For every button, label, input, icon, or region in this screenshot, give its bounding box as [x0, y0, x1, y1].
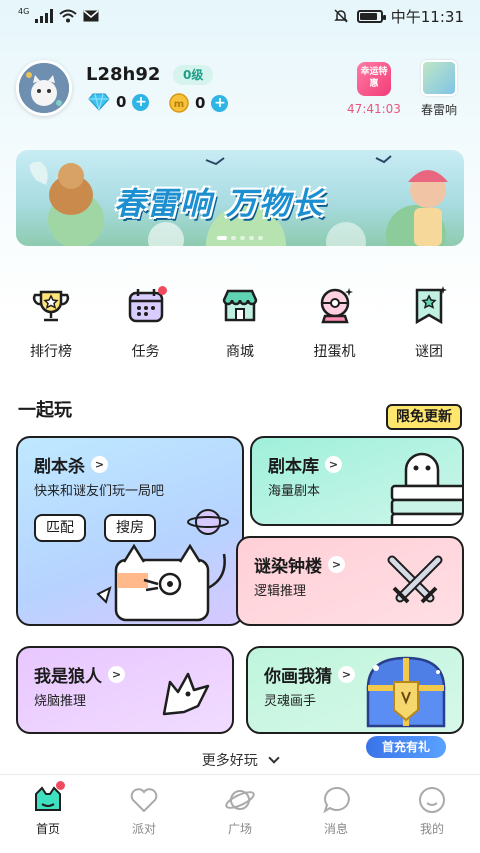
card-title: 你画我猜 >	[264, 662, 355, 687]
bottom-nav: 首页 派对 广场 消息 我的	[0, 774, 480, 853]
smile-icon	[419, 787, 445, 813]
quick-nav-gacha[interactable]: 扭蛋机	[300, 284, 370, 364]
banner-flag-icon	[415, 286, 447, 325]
card-subtitle: 逻辑推理	[254, 584, 307, 599]
chevron-right-icon: >	[338, 666, 355, 683]
card-title: 我是狼人 >	[34, 662, 125, 687]
gacha-icon	[320, 288, 353, 324]
message-icon	[323, 786, 350, 814]
chevron-right-icon: >	[108, 666, 125, 683]
tab-square[interactable]: 广场	[200, 775, 280, 853]
quick-nav-label: 扭蛋机	[313, 344, 356, 360]
quick-nav-tasks[interactable]: 任务	[111, 284, 181, 364]
avatar[interactable]	[16, 60, 72, 116]
event-thumbnail	[421, 60, 457, 96]
tab-party[interactable]: 派对	[104, 775, 184, 853]
diamond-balance: 0 +	[88, 93, 150, 111]
level-badge[interactable]: 0级	[173, 65, 214, 85]
card-subtitle: 快来和谜友们玩一局吧	[34, 484, 165, 499]
username: L28h92	[86, 64, 161, 85]
quick-nav-label: 任务	[131, 344, 160, 360]
tab-home[interactable]: 首页	[8, 775, 88, 853]
tasks-notification-dot	[157, 286, 167, 295]
clock: 中午11:31	[390, 7, 464, 26]
book-stack-icon	[390, 452, 462, 524]
tab-label: 首页	[35, 822, 60, 836]
event-entry[interactable]: 春雷响	[414, 60, 464, 118]
diamond-icon	[88, 93, 110, 111]
banner-title: 春雷响 万物长	[114, 186, 325, 222]
svg-text:m: m	[174, 99, 184, 110]
cat-mascot-illustration	[96, 509, 229, 622]
quick-nav-shop[interactable]: 商城	[205, 284, 275, 364]
treasure-chest-icon	[366, 656, 446, 728]
match-button[interactable]: 匹配	[34, 514, 86, 542]
add-diamond-button[interactable]: +	[132, 93, 150, 111]
chevron-right-icon: >	[328, 556, 345, 573]
planet-icon	[225, 790, 255, 810]
card-subtitle: 灵魂画手	[264, 694, 317, 709]
chevron-right-icon: >	[325, 456, 342, 473]
status-bar: 4G 中午11:31	[0, 0, 480, 32]
crossed-swords-icon	[387, 555, 443, 604]
card-title: 谜染钟楼 >	[254, 552, 345, 577]
tab-label: 派对	[131, 822, 156, 836]
status-right: 中午11:31	[333, 6, 464, 27]
event-label: 春雷响	[420, 103, 457, 117]
network-type: 4G	[18, 6, 30, 16]
wolf-icon	[162, 672, 210, 716]
mail-icon	[83, 10, 99, 22]
chevron-right-icon: >	[91, 456, 108, 473]
tab-label: 消息	[323, 822, 348, 836]
add-coin-button[interactable]: +	[211, 94, 229, 112]
section-title: 一起玩	[18, 400, 72, 421]
profile-header: L28h92 0级 0 + m 0 + 幸运特惠 47:41:03 春雷响	[16, 58, 464, 128]
coin-count: 0	[195, 94, 206, 112]
card-title: 剧本杀 >	[34, 452, 108, 477]
battery-icon	[356, 9, 386, 23]
card-subtitle: 海量剧本	[268, 484, 321, 499]
card-script-kill[interactable]: 剧本杀 > 快来和谜友们玩一局吧 匹配 搜房	[16, 436, 244, 626]
heart-icon	[130, 788, 158, 813]
card-title: 剧本库 >	[268, 452, 342, 477]
more-games-label: 更多好玩	[201, 753, 258, 769]
bell-muted-icon	[333, 9, 348, 23]
lucky-offer-icon: 幸运特惠	[357, 62, 391, 96]
tab-label: 我的	[419, 822, 444, 836]
shop-icon	[222, 289, 258, 322]
wifi-icon	[59, 9, 77, 23]
quick-nav-mystery[interactable]: 谜团	[394, 284, 464, 364]
quick-nav-label: 商城	[226, 344, 254, 360]
tab-label: 广场	[227, 822, 252, 836]
lucky-offer[interactable]: 幸运特惠 47:41:03	[344, 62, 404, 116]
card-tower[interactable]: 谜染钟楼 > 逻辑推理	[236, 536, 464, 626]
card-werewolf[interactable]: 我是狼人 > 烧脑推理	[16, 646, 234, 734]
more-games-toggle[interactable]: 更多好玩	[0, 750, 480, 770]
quick-nav: 排行榜 任务 商城 扭蛋机 谜团	[16, 284, 464, 364]
home-notification-dot	[56, 781, 65, 790]
coin-icon: m	[169, 93, 189, 113]
limited-free-badge: 限免更新	[386, 404, 462, 430]
promo-banner[interactable]: 春雷响 万物长	[16, 150, 464, 246]
card-subtitle: 烧脑推理	[34, 694, 87, 709]
signal-icon	[35, 9, 54, 23]
card-library[interactable]: 剧本库 > 海量剧本	[250, 436, 464, 526]
first-charge-gift[interactable]: 首充有礼	[358, 648, 454, 760]
quick-nav-ranking[interactable]: 排行榜	[16, 284, 86, 364]
banner-pagination	[217, 236, 263, 240]
diamond-count: 0	[116, 93, 127, 111]
trophy-icon	[32, 290, 70, 322]
tab-messages[interactable]: 消息	[296, 775, 376, 853]
quick-nav-label: 谜团	[415, 344, 443, 360]
quick-nav-label: 排行榜	[30, 344, 72, 360]
tab-me[interactable]: 我的	[392, 775, 472, 853]
lucky-offer-timer: 47:41:03	[347, 102, 401, 116]
chevron-down-icon	[268, 752, 280, 764]
status-left: 4G	[18, 6, 99, 23]
coin-balance: m 0 +	[169, 93, 229, 113]
